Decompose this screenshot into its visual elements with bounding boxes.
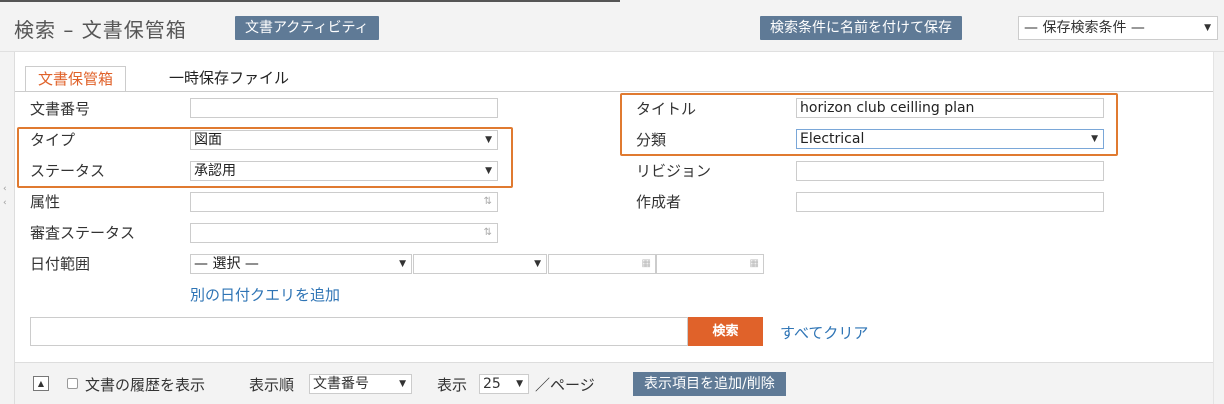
add-date-query-link[interactable]: 別の日付クエリを追加 (190, 284, 340, 305)
chevron-down-icon: ▼ (399, 259, 406, 269)
attribute-label: 属性 (30, 193, 61, 211)
results-toolbar: ▲ 文書の履歴を表示 表示順 文書番号 ▼ 表示 25 ▼ ／ページ 表示項目を… (15, 363, 1213, 404)
search-button[interactable]: 検索 (688, 317, 763, 346)
saved-searches-select[interactable]: — 保存検索条件 — ▼ (1018, 16, 1218, 40)
chevron-down-icon: ▼ (485, 135, 492, 145)
review-status-label: 審査ステータス (30, 224, 136, 242)
attribute-select[interactable]: ⇅ (190, 192, 498, 212)
sort-value: 文書番号 (313, 376, 369, 392)
left-collapse-bar[interactable]: ‹ ‹ (0, 52, 15, 404)
tab-mail-box[interactable]: 文書保管箱 (25, 66, 127, 92)
expand-handle-icon: ‹ ‹ (3, 184, 7, 208)
saved-searches-value: — 保存検索条件 — (1024, 20, 1145, 36)
add-remove-columns-button[interactable]: 表示項目を追加/削除 (633, 372, 786, 396)
tab-temp-files[interactable]: 一時保存ファイル (157, 66, 301, 92)
title-label: タイトル (636, 100, 697, 118)
type-select[interactable]: 図面 ▼ (190, 130, 498, 150)
status-value: 承認用 (194, 163, 236, 179)
page-size-select[interactable]: 25 ▼ (479, 374, 529, 394)
page-size-value: 25 (483, 376, 501, 392)
sort-arrows-icon: ⇅ (483, 196, 492, 207)
page-title: 検索 – 文書保管箱 (14, 18, 187, 42)
keyword-search-input[interactable] (30, 317, 688, 346)
date-range-select[interactable]: — 選択 — ▼ (190, 254, 412, 274)
scrollbar[interactable] (1213, 52, 1224, 404)
clear-all-link[interactable]: すべてクリア (780, 322, 868, 343)
tab-divider (15, 91, 1213, 92)
save-search-button[interactable]: 検索条件に名前を付けて保存 (760, 16, 962, 40)
type-label: タイプ (30, 131, 76, 149)
status-select[interactable]: 承認用 ▼ (190, 161, 498, 181)
date-to-input[interactable]: ▦ (656, 254, 764, 274)
title-input[interactable]: horizon club ceilling plan (796, 98, 1104, 118)
status-label: ステータス (30, 162, 106, 180)
category-value: Electrical (800, 131, 865, 147)
chevron-down-icon: ▼ (534, 259, 541, 269)
category-select[interactable]: Electrical ▼ (796, 129, 1104, 149)
type-value: 図面 (194, 132, 222, 148)
chevron-down-icon: ▼ (1204, 23, 1211, 33)
sort-select[interactable]: 文書番号 ▼ (309, 374, 412, 394)
chevron-down-icon: ▼ (485, 166, 492, 176)
revision-input[interactable] (796, 161, 1104, 181)
sort-arrows-icon: ⇅ (483, 227, 492, 238)
date-range-value: — 選択 — (194, 256, 259, 272)
document-activity-button[interactable]: 文書アクティビティ (235, 16, 379, 40)
revision-label: リビジョン (636, 162, 712, 180)
date-from-input[interactable]: ▦ (548, 254, 656, 274)
review-status-select[interactable]: ⇅ (190, 223, 498, 243)
collapse-up-icon[interactable]: ▲ (33, 376, 49, 391)
calendar-icon[interactable]: ▦ (642, 255, 651, 273)
sort-label: 表示順 (249, 376, 295, 394)
author-label: 作成者 (636, 193, 682, 211)
show-history-checkbox[interactable] (67, 378, 78, 389)
tab-bar: 文書保管箱 一時保存ファイル (15, 52, 1213, 92)
chevron-down-icon: ▼ (399, 379, 406, 389)
date-range-label: 日付範囲 (30, 255, 91, 273)
header-bar: 検索 – 文書保管箱 文書アクティビティ 検索条件に名前を付けて保存 — 保存検… (0, 2, 1224, 52)
category-label: 分類 (636, 131, 667, 149)
doc-number-input[interactable] (190, 98, 498, 118)
date-field-select[interactable]: ▼ (413, 254, 547, 274)
show-history-label: 文書の履歴を表示 (85, 376, 206, 394)
per-page-label: ／ページ (535, 376, 595, 394)
author-input[interactable] (796, 192, 1104, 212)
chevron-down-icon: ▼ (1091, 134, 1098, 144)
display-label: 表示 (437, 376, 468, 394)
chevron-down-icon: ▼ (516, 379, 523, 389)
calendar-icon[interactable]: ▦ (750, 255, 759, 273)
doc-number-label: 文書番号 (30, 100, 91, 118)
